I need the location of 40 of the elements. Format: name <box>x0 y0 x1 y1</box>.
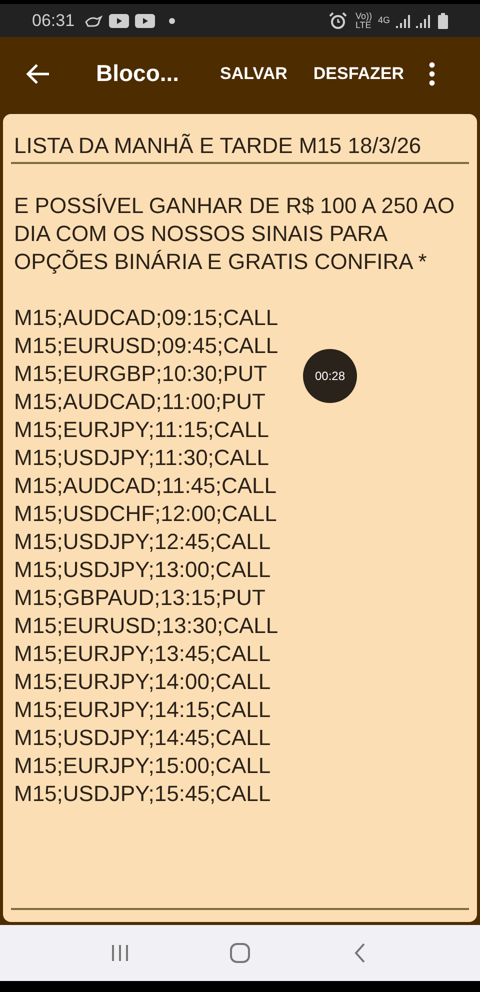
signal-line: M15;AUDCAD;11:45;CALL <box>14 472 276 500</box>
signal-icon <box>416 14 432 28</box>
status-time: 06:31 <box>32 10 75 32</box>
app-title: Bloco... <box>96 59 180 88</box>
signal-line: M15;USDCHF;12:00;CALL <box>14 500 277 528</box>
signal-line: M15;AUDCAD;09:15;CALL <box>14 304 278 332</box>
signal-line: M15;EURJPY;13:45;CALL <box>14 640 271 668</box>
volte-label: Vo)) <box>355 12 372 20</box>
signal-line: M15;GBPAUD;13:15;PUT <box>14 584 266 612</box>
recent-apps-icon <box>110 943 130 963</box>
more-icon <box>429 62 436 86</box>
toolbar-action[interactable]: SALVAR <box>220 60 288 86</box>
signal-icon <box>396 14 412 28</box>
signal-line: M15;EURUSD;09:45;CALL <box>14 332 278 360</box>
signal-line: M15;EURJPY;14:00;CALL <box>14 668 271 696</box>
toolbar-action[interactable]: DESFAZER <box>313 60 404 86</box>
signal-line: M15;USDJPY;15:45;CALL <box>14 780 271 808</box>
signal-line: M15;EURJPY;11:15;CALL <box>14 416 269 444</box>
home-icon <box>229 942 251 964</box>
signal-line: M15;AUDCAD;11:00;PUT <box>14 388 266 416</box>
alarm-icon <box>329 12 348 30</box>
signal-line: M15;EURUSD;13:30;CALL <box>14 612 278 640</box>
note-title-field[interactable]: LISTA DA MANHÃ E TARDE M15 18/3/26 <box>14 132 466 160</box>
note-paragraph: E POSSÍVEL GANHAR DE R$ 100 A 250 AO DIA COM OS NOSSOS SINAIS PARA OPÇÕES BINÁRIA E GRATIS CONFIRA * <box>14 192 456 276</box>
back-arrow-icon <box>26 62 50 84</box>
battery-icon <box>438 12 448 28</box>
play-icon <box>134 14 155 28</box>
signal-line: M15;EURJPY;14:15;CALL <box>14 696 271 724</box>
bird-icon <box>84 14 103 28</box>
signal-line: M15;USDJPY;12:45;CALL <box>14 528 271 556</box>
signal-line: M15;USDJPY;11:30;CALL <box>14 444 269 472</box>
signal-line: M15;EURJPY;15:00;CALL <box>14 752 271 780</box>
network-label: 4G <box>378 14 390 27</box>
signal-line: M15;USDJPY;13:00;CALL <box>14 556 271 584</box>
back-chevron-icon <box>353 942 367 964</box>
lte-label: LTE <box>355 20 372 30</box>
play-icon <box>108 14 129 28</box>
dot-icon <box>168 18 175 24</box>
signal-line: M15;EURGBP;10:30;PUT <box>14 360 268 388</box>
signal-line: M15;USDJPY;14:45;CALL <box>14 724 271 752</box>
